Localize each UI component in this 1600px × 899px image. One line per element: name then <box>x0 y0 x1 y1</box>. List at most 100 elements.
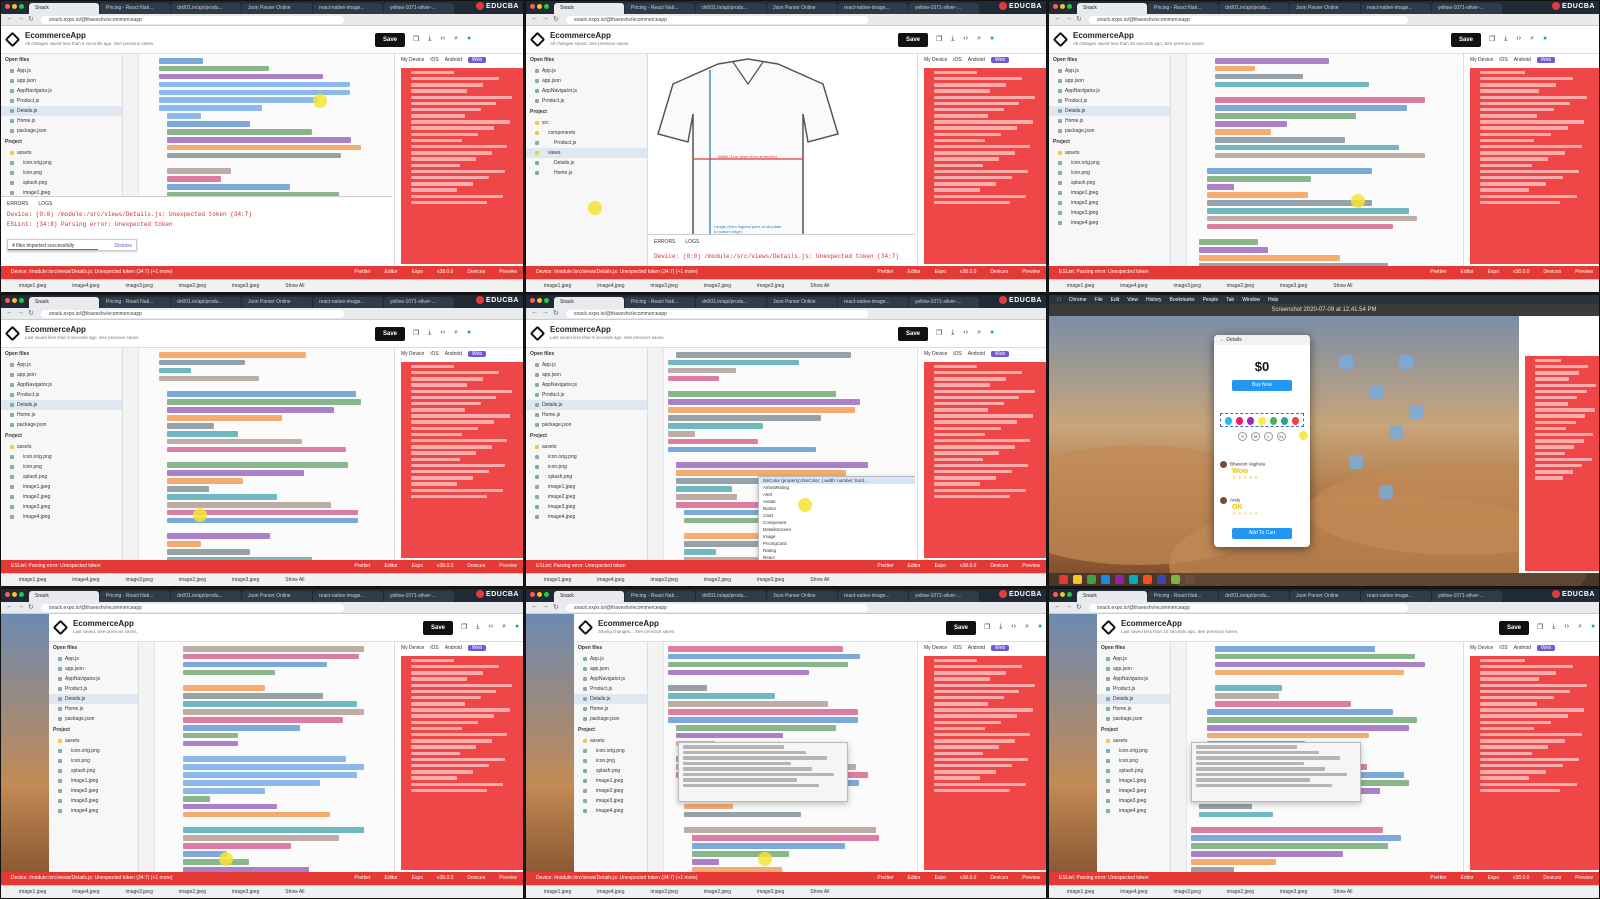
asset-item[interactable]: icon.orig.png <box>526 452 647 462</box>
status-item[interactable]: Devices <box>467 269 485 275</box>
size-option[interactable]: M <box>1251 432 1260 441</box>
browser-tab[interactable]: Json Parser Online <box>767 3 837 14</box>
status-item[interactable]: Editor <box>385 563 398 569</box>
search-icon[interactable]: ⌕ <box>977 35 981 43</box>
browser-tab[interactable]: react-native-image... <box>1361 3 1431 14</box>
file-item[interactable]: Product.js <box>1049 96 1170 106</box>
back-icon[interactable]: ← <box>531 603 538 610</box>
file-item[interactable]: package.json <box>574 714 647 724</box>
asset-item[interactable]: icon.orig.png <box>1 452 122 462</box>
status-item[interactable]: Prettier <box>354 269 370 275</box>
asset-item[interactable]: splash.png <box>1 178 122 188</box>
menu-item[interactable]: Help <box>1268 297 1278 303</box>
minimize-window-button[interactable] <box>537 592 542 597</box>
autocomplete-item[interactable]: Avatar <box>759 498 915 505</box>
file-item[interactable]: package.json <box>1 420 122 430</box>
back-icon[interactable]: ← <box>6 15 13 22</box>
save-button[interactable]: Save <box>1499 621 1529 635</box>
maximize-window-button[interactable] <box>544 4 549 9</box>
desktop-folder-icon[interactable] <box>1409 405 1423 419</box>
code-lines[interactable] <box>159 646 388 872</box>
download-icon[interactable]: ⤓ <box>951 35 954 43</box>
search-icon[interactable]: ⌕ <box>977 329 981 337</box>
show-all-button[interactable]: Show All <box>285 577 304 583</box>
autocomplete-item[interactable]: btnColor (property) btnColor: { width: n… <box>759 477 915 484</box>
maximize-window-button[interactable] <box>1067 4 1072 9</box>
download-icon[interactable]: ⤓ <box>1552 623 1555 631</box>
maximize-window-button[interactable] <box>19 298 24 303</box>
close-window-button[interactable] <box>530 592 535 597</box>
autocomplete-item[interactable]: Component <box>759 519 915 526</box>
project-header[interactable]: Project <box>1049 136 1170 148</box>
autocomplete-item[interactable]: PricingCard <box>759 540 915 547</box>
status-item[interactable]: v38.0.0 <box>1513 875 1529 881</box>
file-item[interactable]: AppNavigator.js <box>1 380 122 390</box>
asset-item[interactable]: image1.jpeg <box>526 482 647 492</box>
close-window-button[interactable] <box>5 592 10 597</box>
asset-item[interactable]: icon.png <box>1 462 122 472</box>
download-item[interactable]: image4.jpeg <box>72 283 99 289</box>
status-item[interactable]: Devices <box>467 563 485 569</box>
url-field[interactable]: snack.expo.io/@thaveshv/ecommerceapp <box>41 310 344 318</box>
close-window-button[interactable] <box>1053 592 1058 597</box>
download-item[interactable]: image3.jpeg <box>232 283 259 289</box>
dock-app-icon[interactable] <box>1171 575 1180 584</box>
asset-item[interactable]: image4.jpeg <box>49 806 138 816</box>
file-item[interactable]: Product.js <box>1097 684 1170 694</box>
download-item[interactable]: image3.jpeg <box>126 577 153 583</box>
download-item[interactable]: image3.jpeg <box>126 283 153 289</box>
open-files-header[interactable]: Open files <box>574 642 647 654</box>
assets-folder[interactable]: assets <box>1097 736 1170 746</box>
status-item[interactable]: Preview <box>1575 875 1593 881</box>
status-item[interactable]: Editor <box>908 875 921 881</box>
file-item[interactable]: AppNavigator.js <box>574 674 647 684</box>
show-all-button[interactable]: Show All <box>285 283 304 289</box>
asset-item[interactable]: icon.orig.png <box>49 746 138 756</box>
preview-tab[interactable]: iOS <box>430 351 438 357</box>
status-error[interactable]: Device: /module:/src/views/Details.js: U… <box>11 269 173 275</box>
tree-item[interactable]: Home.js <box>526 168 647 178</box>
project-header[interactable]: Project <box>574 724 647 736</box>
minimize-window-button[interactable] <box>537 4 542 9</box>
preview-tab[interactable]: Web <box>1536 645 1556 651</box>
file-item[interactable]: Details.js <box>1 400 122 410</box>
download-item[interactable]: image1.jpeg <box>1067 283 1094 289</box>
browser-tab[interactable]: Json Parser Online <box>242 297 312 308</box>
status-error[interactable]: Device: /module:/src/views/Details.js: U… <box>536 269 698 275</box>
save-button[interactable]: Save <box>946 621 976 635</box>
search-icon[interactable]: ⌕ <box>1578 623 1582 631</box>
code-editor[interactable] <box>648 642 915 872</box>
embed-icon[interactable]: ‹› <box>440 35 445 43</box>
file-item[interactable]: Product.js <box>1 96 122 106</box>
show-all-button[interactable]: Show All <box>1333 889 1352 895</box>
status-item[interactable]: Preview <box>1022 563 1040 569</box>
browser-tab[interactable]: yellow-1071-silver-... <box>1432 3 1502 14</box>
asset-item[interactable]: splash.png <box>574 766 647 776</box>
download-item[interactable]: image3.jpeg <box>1174 889 1201 895</box>
asset-item[interactable]: image2.jpeg <box>49 786 138 796</box>
status-item[interactable]: Editor <box>1461 875 1474 881</box>
buy-now-button[interactable]: Buy Now <box>1232 380 1292 391</box>
browser-tab[interactable]: react-native-image... <box>838 591 908 602</box>
desktop-folder-icon[interactable] <box>1349 455 1363 469</box>
file-item[interactable]: package.json <box>1049 126 1170 136</box>
download-item[interactable]: image1.jpeg <box>1067 889 1094 895</box>
embed-icon[interactable]: ‹› <box>488 623 493 631</box>
file-item[interactable]: App.js <box>526 360 647 370</box>
status-item[interactable]: Devices <box>1543 875 1561 881</box>
reload-icon[interactable]: ↻ <box>28 15 34 23</box>
download-item[interactable]: image4.jpeg <box>72 577 99 583</box>
code-editor[interactable]: btnColor (property) btnColor: { width: n… <box>648 348 915 560</box>
status-item[interactable]: Editor <box>908 563 921 569</box>
browser-tab[interactable]: Pricing - React Nati... <box>1148 591 1218 602</box>
browser-tab[interactable]: dn001.in/api/produ... <box>171 297 241 308</box>
file-item[interactable]: app.json <box>1097 664 1170 674</box>
show-all-button[interactable]: Show All <box>810 577 829 583</box>
browser-tab[interactable]: Snack <box>29 297 99 308</box>
download-item[interactable]: image4.jpeg <box>72 889 99 895</box>
download-item[interactable]: image3.jpeg <box>651 577 678 583</box>
status-item[interactable]: Editor <box>385 875 398 881</box>
url-field[interactable]: snack.expo.io/@thaveshv/ecommerceapp <box>566 310 868 318</box>
asset-item[interactable]: icon.png <box>574 756 647 766</box>
reload-icon[interactable]: ↻ <box>553 15 559 23</box>
